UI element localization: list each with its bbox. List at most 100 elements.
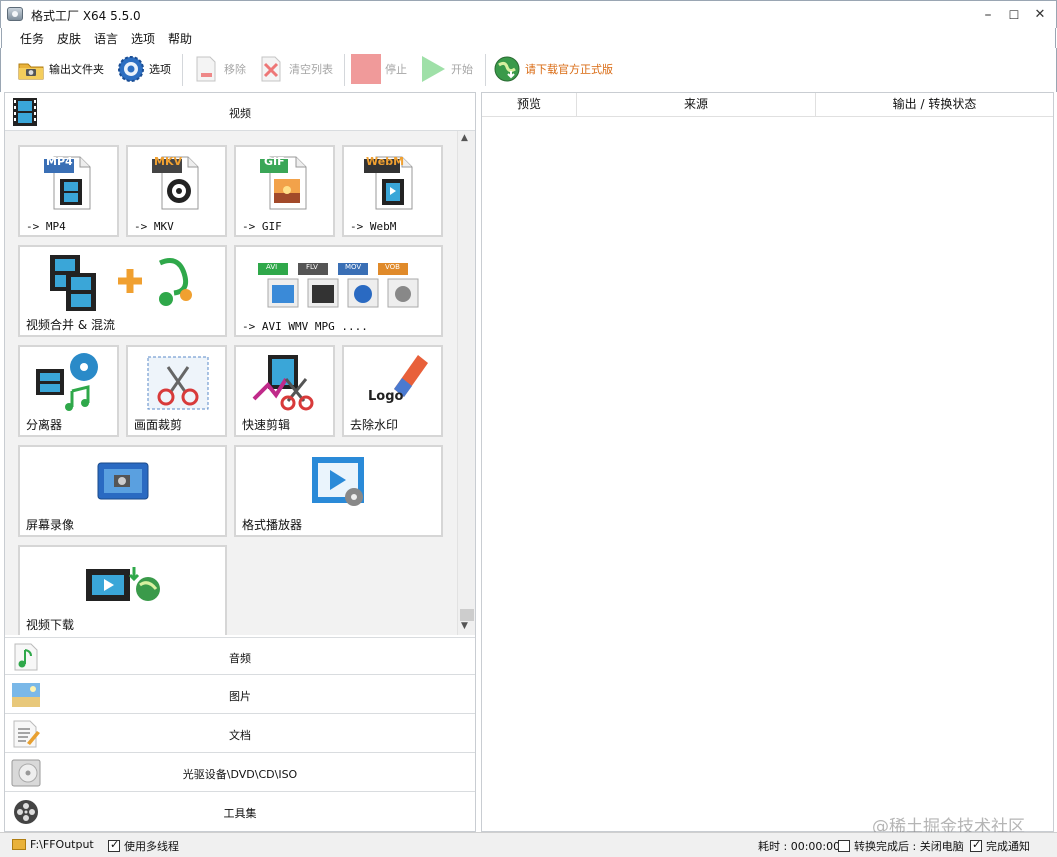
tile-to-avi-wmv-mpg-label: -> AVI WMV MPG ....	[242, 320, 368, 333]
category-optical-label: 光驱设备\DVD\CD\ISO	[182, 768, 298, 781]
mp4-badge: MP4	[46, 155, 73, 168]
menu-options[interactable]: 选项	[131, 30, 155, 47]
category-audio-label: 音频	[229, 652, 251, 665]
category-optical-header[interactable]: 光驱设备\DVD\CD\ISO	[5, 754, 475, 792]
folder-icon	[17, 55, 45, 83]
menu-language[interactable]: 语言	[94, 30, 118, 47]
tile-to-mp4-label: -> MP4	[26, 220, 66, 233]
tile-video-merge[interactable]: 视频合并 & 混流	[18, 245, 227, 337]
menu-skin[interactable]: 皮肤	[57, 30, 81, 47]
category-video-label: 视频	[229, 107, 251, 120]
gif-badge: GIF	[264, 155, 285, 168]
category-video-header[interactable]: 视频	[5, 93, 475, 131]
scroll-up-arrow[interactable]: ▲	[461, 133, 468, 143]
column-header-output-status[interactable]: 输出 / 转换状态	[816, 93, 1053, 117]
toolbar-separator	[344, 54, 345, 86]
play-icon	[419, 55, 447, 83]
menu-task[interactable]: 任务	[20, 30, 44, 47]
menu-help[interactable]: 帮助	[168, 30, 192, 47]
column-header-source[interactable]: 来源	[577, 93, 816, 117]
download-official-label: 请下载官方正式版	[525, 63, 613, 76]
tile-video-download[interactable]: 视频下载	[18, 545, 227, 635]
category-tools-header[interactable]: 工具集	[5, 793, 475, 831]
clear-list-button[interactable]: 清空列表	[257, 53, 333, 85]
notify-checkbox[interactable]	[970, 838, 982, 852]
stop-button[interactable]: 停止	[351, 53, 407, 85]
scroll-thumb[interactable]	[460, 609, 474, 621]
tile-splitter[interactable]: 分离器	[18, 345, 119, 437]
category-document-label: 文档	[229, 729, 251, 742]
tile-remove-watermark-label: 去除水印	[350, 418, 399, 432]
quick-cut-icon	[252, 355, 314, 411]
notify-option[interactable]: 完成通知	[970, 838, 1030, 854]
elapsed-time: 耗时 : 00:00:00	[758, 838, 840, 854]
tile-remove-watermark[interactable]: Logo 去除水印	[342, 345, 443, 437]
category-document-header[interactable]: 文档	[5, 715, 475, 753]
crop-scissors-icon	[147, 356, 209, 410]
task-list-panel: 预览 来源 输出 / 转换状态	[481, 92, 1054, 832]
tile-video-merge-label: 视频合并 & 混流	[26, 318, 115, 332]
multithread-label: 使用多线程	[124, 840, 179, 853]
app-icon	[7, 7, 23, 21]
task-list-body[interactable]	[482, 117, 1053, 831]
output-path[interactable]: F:\FFOutput	[12, 838, 94, 851]
tile-to-mp4[interactable]: MP4 -> MP4	[18, 145, 119, 237]
tile-to-webm[interactable]: WebM -> WebM	[342, 145, 443, 237]
tile-to-gif[interactable]: GIF -> GIF	[234, 145, 335, 237]
tile-screen-record-label: 屏幕录像	[26, 518, 75, 532]
category-picture-header[interactable]: 图片	[5, 676, 475, 714]
output-folder-label: 输出文件夹	[49, 63, 104, 76]
merge-film-music-icon	[50, 255, 192, 311]
output-path-text: F:\FFOutput	[30, 838, 94, 851]
logo-text: Logo	[368, 389, 404, 404]
download-official-button[interactable]: 请下载官方正式版	[493, 53, 613, 85]
window-title: 格式工厂 X64 5.5.0	[31, 9, 141, 23]
remove-doc-icon	[192, 55, 220, 83]
multi-format-icons	[258, 263, 419, 308]
start-label: 开始	[451, 63, 473, 76]
options-label: 选项	[149, 63, 171, 76]
tile-crop-label: 画面裁剪	[134, 418, 183, 432]
clear-list-label: 清空列表	[289, 63, 333, 76]
multithread-option[interactable]: 使用多线程	[108, 838, 179, 854]
options-button[interactable]: 选项	[117, 53, 171, 85]
player-icon	[312, 457, 364, 506]
after-convert-label: 转换完成后 : 关闭电脑	[854, 840, 964, 853]
close-button[interactable]: ✕	[1025, 5, 1055, 25]
video-tools-grid: MP4 -> MP4 MKV -> MKV GIF -> GIF WebM ->…	[5, 131, 475, 635]
video-download-icon	[86, 567, 160, 601]
tile-to-mkv[interactable]: MKV -> MKV	[126, 145, 227, 237]
splitter-icon	[36, 353, 98, 411]
webm-badge: WebM	[366, 155, 405, 168]
category-tools-label: 工具集	[223, 807, 257, 820]
stop-label: 停止	[385, 63, 407, 76]
category-audio-header[interactable]: 音频	[5, 637, 475, 675]
remove-button[interactable]: 移除	[192, 53, 246, 85]
toolbar: 输出文件夹 选项 移除 清空列表 停止 开始 请下载官方正式版	[0, 48, 1057, 92]
scroll-down-arrow[interactable]: ▼	[461, 621, 468, 631]
tile-splitter-label: 分离器	[26, 418, 63, 432]
title-bar: 格式工厂 X64 5.5.0 – ☐ ✕	[0, 0, 1057, 28]
mkv-badge: MKV	[154, 155, 182, 168]
globe-download-icon	[493, 55, 521, 83]
menu-bar: 任务 皮肤 语言 选项 帮助	[1, 28, 1056, 48]
output-folder-button[interactable]: 输出文件夹	[17, 53, 104, 85]
tools-scrollbar[interactable]: ▲ ▼	[457, 131, 475, 635]
remove-label: 移除	[224, 63, 246, 76]
tile-crop[interactable]: 画面裁剪	[126, 345, 227, 437]
tile-to-avi-wmv-mpg[interactable]: AVI FLV MOV VOB -> AVI WMV MPG ....	[234, 245, 443, 337]
tile-to-mkv-label: -> MKV	[134, 220, 174, 233]
tile-quick-cut-label: 快速剪辑	[242, 418, 291, 432]
tile-quick-cut[interactable]: 快速剪辑	[234, 345, 335, 437]
tile-screen-record[interactable]: 屏幕录像	[18, 445, 227, 537]
start-button[interactable]: 开始	[419, 53, 473, 85]
column-header-preview[interactable]: 预览	[482, 93, 577, 117]
screen-record-icon	[97, 462, 149, 500]
stop-icon	[351, 54, 381, 84]
after-convert-option[interactable]: 转换完成后 : 关闭电脑	[838, 838, 964, 854]
tile-format-player-label: 格式播放器	[242, 518, 303, 532]
after-convert-checkbox[interactable]	[838, 840, 850, 852]
tile-format-player[interactable]: 格式播放器	[234, 445, 443, 537]
multithread-checkbox[interactable]	[108, 838, 120, 852]
folder-icon	[12, 839, 26, 850]
